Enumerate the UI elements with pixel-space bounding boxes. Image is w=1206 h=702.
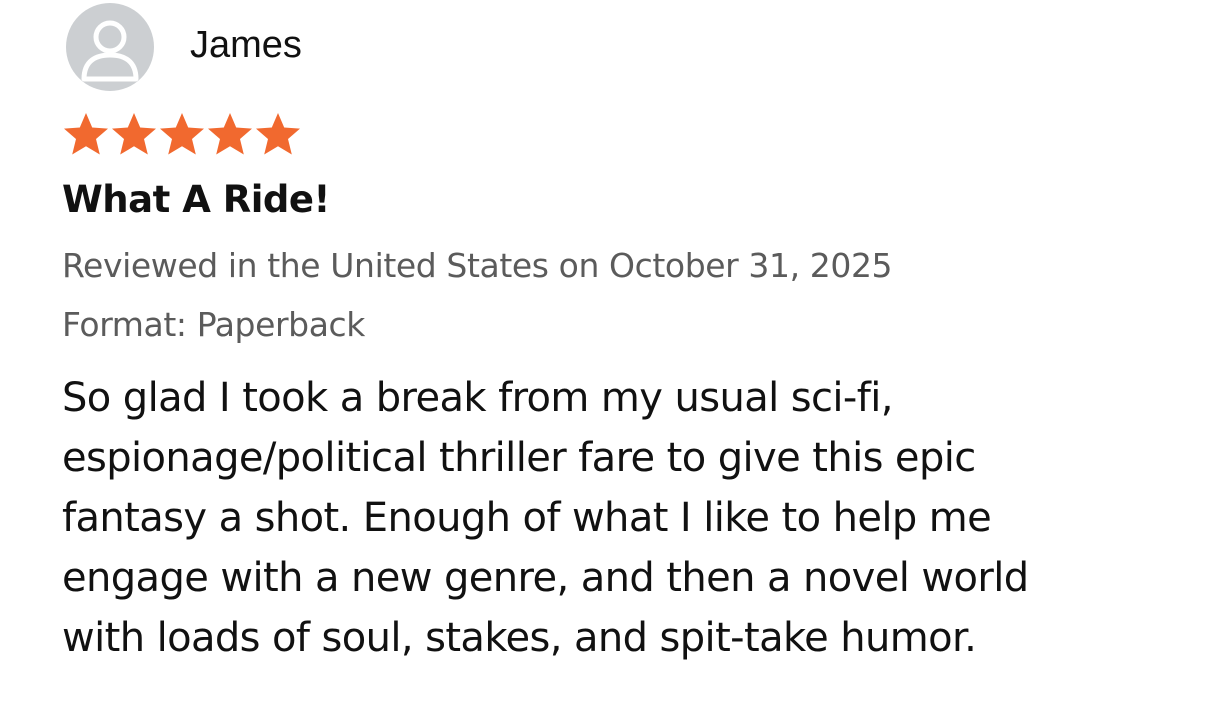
reviewer-name[interactable]: James: [190, 24, 302, 67]
person-silhouette-icon: [81, 20, 139, 82]
customer-review: James What A Ride! Reviewed in the Unite…: [0, 0, 1206, 702]
review-body-line: fantasy a shot. Enough of what I like to…: [62, 495, 992, 541]
review-body-line: engage with a new genre, and then a nove…: [62, 555, 1029, 601]
review-title[interactable]: What A Ride!: [62, 178, 330, 221]
review-body-line: espionage/political thriller fare to giv…: [62, 435, 976, 481]
star-icon: [254, 110, 302, 158]
review-format: Format: Paperback: [62, 305, 365, 344]
review-body: So glad I took a break from my usual sci…: [62, 368, 1172, 668]
avatar[interactable]: [66, 3, 154, 91]
review-body-line: with loads of soul, stakes, and spit-tak…: [62, 615, 977, 661]
star-icon: [62, 110, 110, 158]
star-icon: [206, 110, 254, 158]
star-icon: [110, 110, 158, 158]
star-rating: [62, 110, 302, 158]
review-body-line: So glad I took a break from my usual sci…: [62, 375, 893, 421]
reviewer-profile[interactable]: James: [66, 2, 302, 92]
star-icon: [158, 110, 206, 158]
review-date: Reviewed in the United States on October…: [62, 246, 893, 285]
